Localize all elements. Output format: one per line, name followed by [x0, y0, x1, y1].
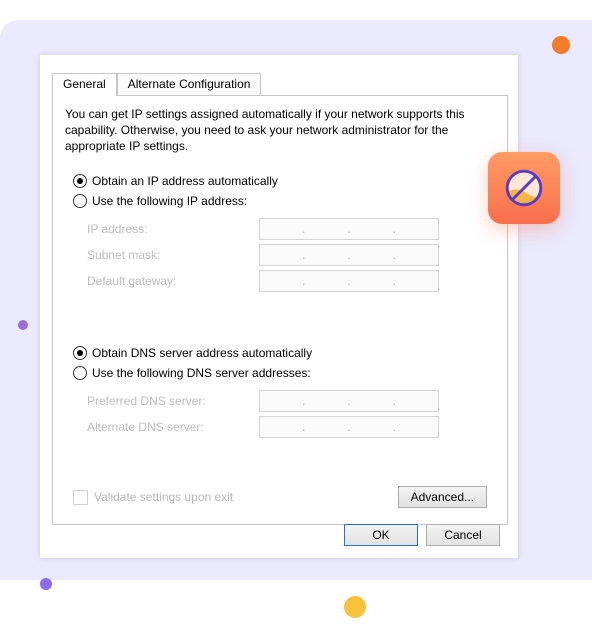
- prohibit-icon: [503, 167, 545, 209]
- radio-ip-manual-label: Use the following IP address:: [92, 194, 247, 208]
- radio-ip-auto-label: Obtain an IP address automatically: [92, 174, 278, 188]
- tab-general[interactable]: General: [52, 73, 117, 96]
- ipv4-properties-dialog: General Alternate Configuration You can …: [40, 55, 518, 558]
- tab-strip: General Alternate Configuration: [52, 73, 261, 95]
- checkbox-validate[interactable]: [73, 490, 88, 505]
- ok-button[interactable]: OK: [344, 524, 418, 546]
- intro-text: You can get IP settings assigned automat…: [65, 106, 495, 155]
- dns-group: Obtain DNS server address automatically …: [73, 343, 487, 440]
- checkbox-validate-label: Validate settings upon exit: [94, 490, 233, 504]
- input-alternate-dns[interactable]: ...: [259, 416, 439, 438]
- ip-fields: IP address: ... Subnet mask: ... Default…: [87, 216, 487, 294]
- tab-body-general: You can get IP settings assigned automat…: [52, 95, 508, 525]
- radio-dns-manual-label: Use the following DNS server addresses:: [92, 366, 311, 380]
- label-default-gateway: Default gateway:: [87, 274, 259, 288]
- radio-ip-auto[interactable]: [73, 174, 87, 188]
- label-preferred-dns: Preferred DNS server:: [87, 394, 259, 408]
- label-alternate-dns: Alternate DNS server:: [87, 420, 259, 434]
- dialog-buttons: OK Cancel: [344, 524, 500, 546]
- dns-fields: Preferred DNS server: ... Alternate DNS …: [87, 388, 487, 440]
- radio-dns-auto[interactable]: [73, 346, 87, 360]
- decor-dot-orange: [552, 36, 570, 54]
- cancel-button[interactable]: Cancel: [426, 524, 500, 546]
- radio-ip-manual[interactable]: [73, 194, 87, 208]
- tab-alternate-config[interactable]: Alternate Configuration: [117, 73, 262, 95]
- label-ip-address: IP address:: [87, 222, 259, 236]
- radio-ip-auto-row[interactable]: Obtain an IP address automatically: [73, 171, 487, 190]
- radio-ip-manual-row[interactable]: Use the following IP address:: [73, 191, 487, 210]
- radio-dns-auto-row[interactable]: Obtain DNS server address automatically: [73, 343, 487, 362]
- prohibit-badge: [488, 152, 560, 224]
- advanced-button[interactable]: Advanced...: [398, 486, 487, 508]
- radio-dns-auto-label: Obtain DNS server address automatically: [92, 346, 312, 360]
- checkbox-validate-row[interactable]: Validate settings upon exit: [73, 490, 233, 505]
- input-subnet-mask[interactable]: ...: [259, 244, 439, 266]
- decor-dot-yellow: [344, 596, 366, 618]
- input-preferred-dns[interactable]: ...: [259, 390, 439, 412]
- canvas: General Alternate Configuration You can …: [0, 0, 592, 642]
- input-default-gateway[interactable]: ...: [259, 270, 439, 292]
- label-subnet-mask: Subnet mask:: [87, 248, 259, 262]
- decor-dot-purple-left: [18, 320, 28, 330]
- decor-dot-purple-bottom: [40, 578, 52, 590]
- input-ip-address[interactable]: ...: [259, 218, 439, 240]
- ip-address-group: Obtain an IP address automatically Use t…: [73, 171, 487, 294]
- radio-dns-manual[interactable]: [73, 366, 87, 380]
- validate-advanced-row: Validate settings upon exit Advanced...: [73, 486, 487, 508]
- radio-dns-manual-row[interactable]: Use the following DNS server addresses:: [73, 363, 487, 382]
